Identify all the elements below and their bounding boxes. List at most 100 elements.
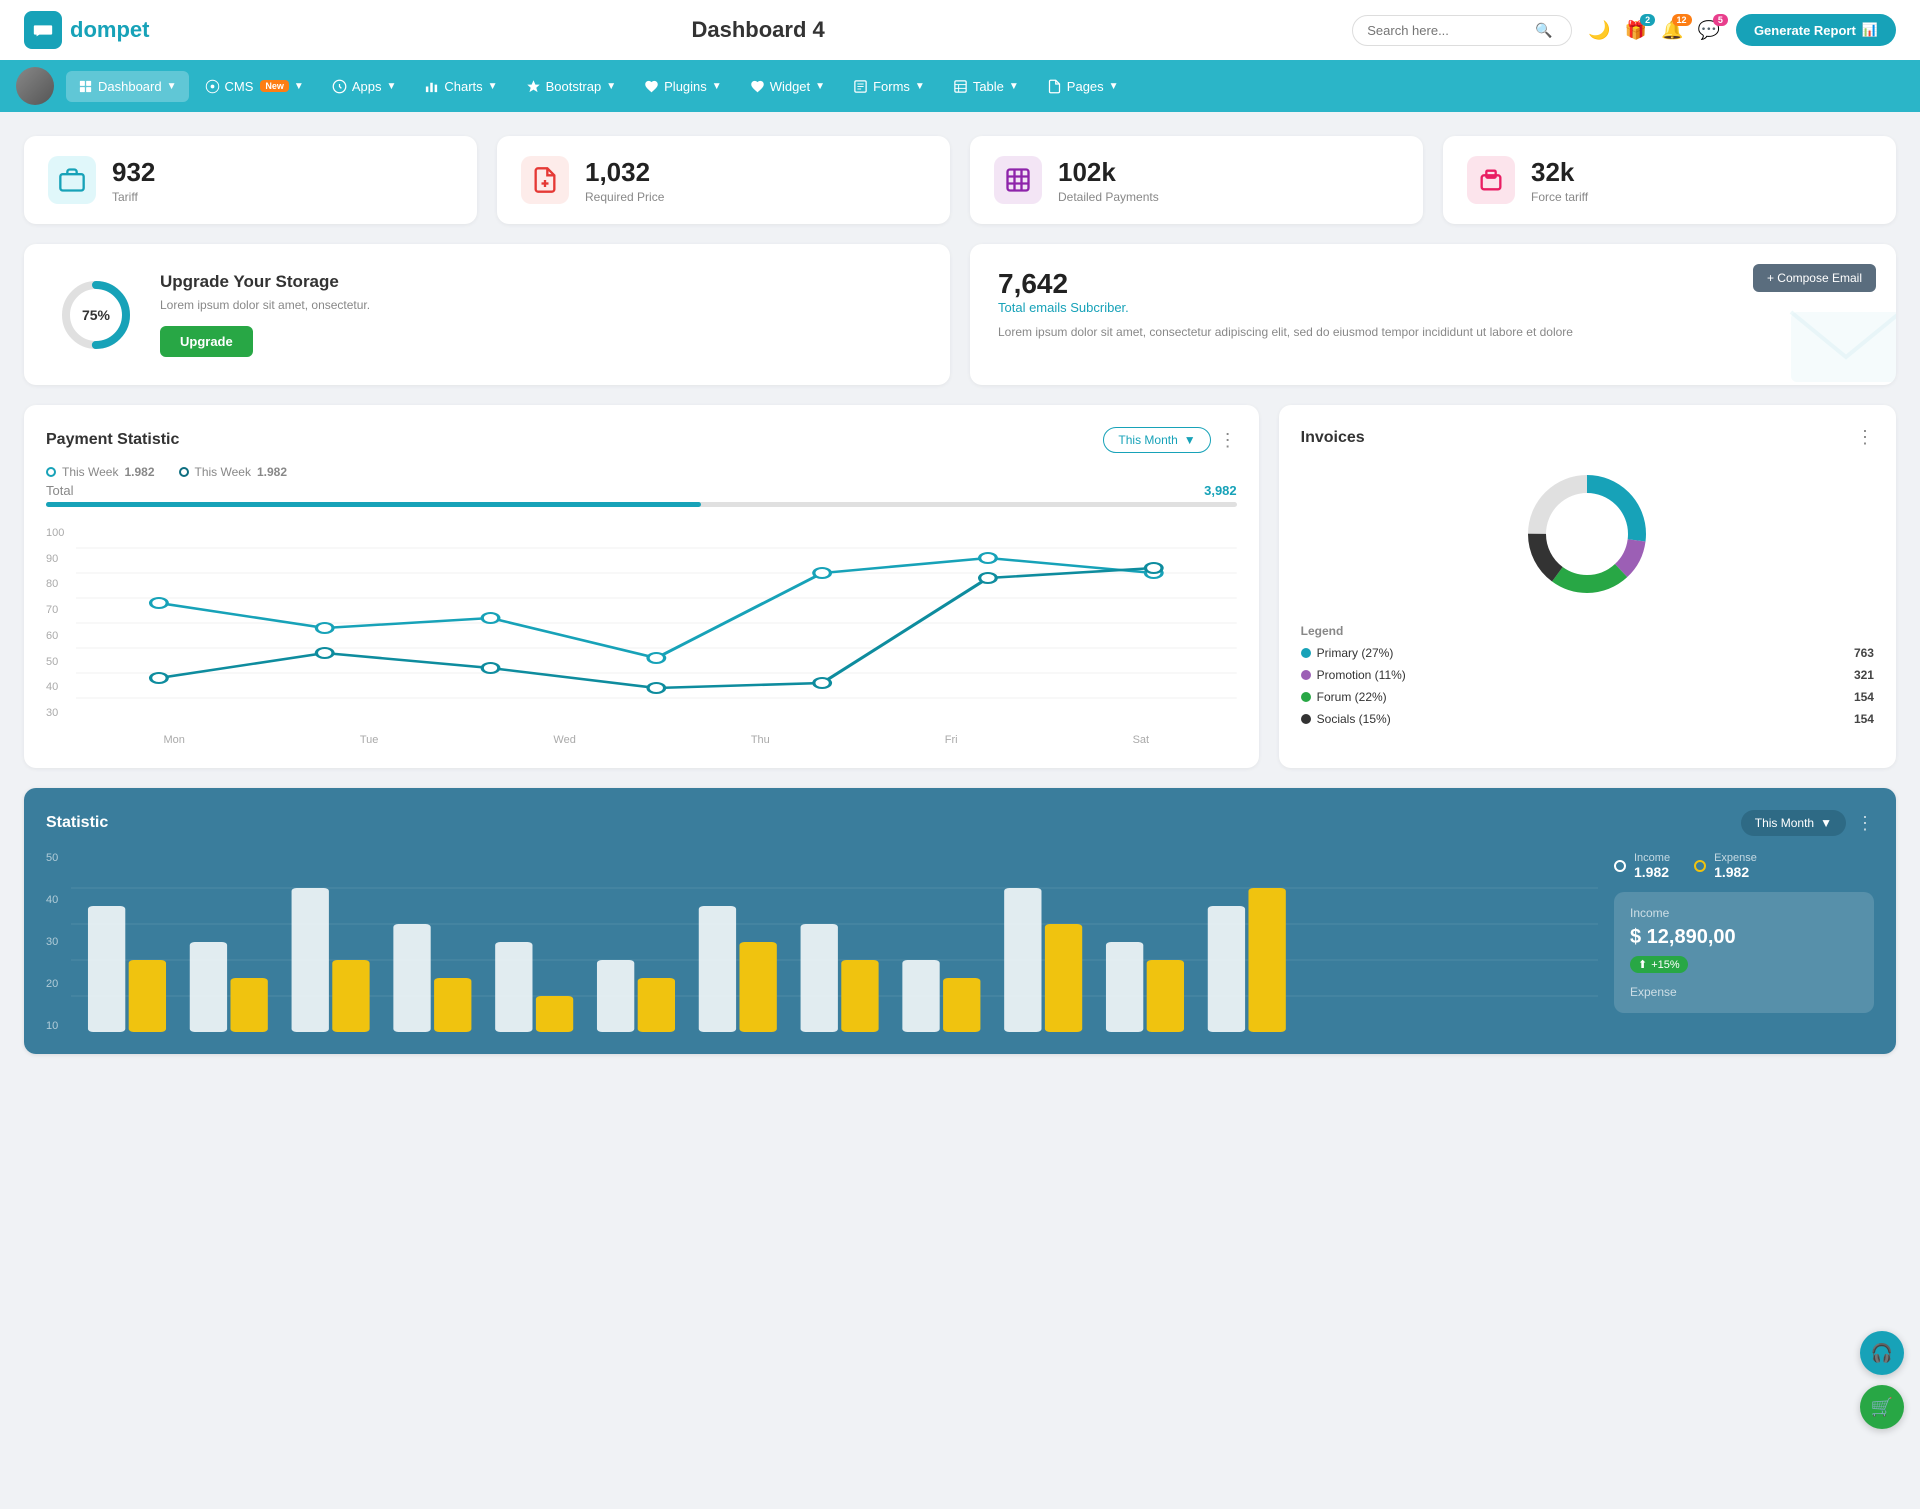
sidebar-item-pages[interactable]: Pages ▼ [1035, 71, 1131, 102]
new-badge: New [260, 80, 289, 92]
primary-color [1301, 648, 1311, 658]
payment-header: Payment Statistic This Month ▼ ⋮ [46, 427, 1237, 453]
promotion-count: 321 [1854, 668, 1874, 682]
statistic-header: Statistic This Month ▼ ⋮ [46, 810, 1874, 836]
force-tariff-icon [1467, 156, 1515, 204]
stat-card-tariff: 932 Tariff [24, 136, 477, 224]
detailed-payments-info: 102k Detailed Payments [1058, 157, 1159, 204]
sidebar-item-charts[interactable]: Charts ▼ [412, 71, 509, 102]
socials-label: Socials (15%) [1317, 712, 1391, 726]
sidebar-item-dashboard[interactable]: Dashboard ▼ [66, 71, 189, 102]
income-info: Income 1.982 [1634, 852, 1670, 880]
sidebar-item-widget[interactable]: Widget ▼ [738, 71, 837, 102]
storage-info: Upgrade Your Storage Lorem ipsum dolor s… [160, 272, 370, 357]
nav-widget-arrow: ▼ [815, 81, 825, 92]
support-float-button[interactable]: 🎧 [1860, 1331, 1904, 1375]
nav-plugins-arrow: ▼ [712, 81, 722, 92]
sidebar-item-cms[interactable]: CMS New ▼ [193, 71, 316, 102]
total-label: Total [46, 483, 73, 498]
required-price-label: Required Price [585, 190, 664, 204]
logo-icon [24, 11, 62, 49]
search-input[interactable] [1367, 23, 1527, 38]
legend-item-1: This Week 1.982 [46, 465, 155, 479]
nav-dashboard-label: Dashboard [98, 79, 162, 94]
sidebar-item-plugins[interactable]: Plugins ▼ [632, 71, 734, 102]
legend-label-2: This Week [195, 465, 251, 479]
sidebar-item-apps[interactable]: Apps ▼ [320, 71, 409, 102]
header: dompet Dashboard 4 🔍 🌙 🎁2 🔔12 💬5 Generat… [0, 0, 1920, 60]
storage-card: 75% Upgrade Your Storage Lorem ipsum dol… [24, 244, 950, 385]
promotion-color [1301, 670, 1311, 680]
nav-table-label: Table [973, 79, 1004, 94]
expense-value: 1.982 [1714, 864, 1757, 880]
payment-more-button[interactable]: ⋮ [1219, 430, 1237, 451]
expense-dot [1694, 860, 1706, 872]
nav-forms-arrow: ▼ [915, 81, 925, 92]
payment-filter-button[interactable]: This Month ▼ [1103, 427, 1210, 453]
tariff-label: Tariff [112, 190, 155, 204]
statistic-filter-label: This Month [1755, 816, 1814, 830]
generate-report-button[interactable]: Generate Report 📊 [1736, 14, 1896, 46]
search-icon: 🔍 [1535, 22, 1552, 39]
compose-email-button[interactable]: + Compose Email [1753, 264, 1876, 292]
main-content: 932 Tariff 1,032 Required Price 102k Det… [0, 112, 1920, 1078]
logo: dompet [24, 11, 164, 49]
sidebar-item-table[interactable]: Table ▼ [941, 71, 1031, 102]
income-box-label: Income [1630, 906, 1858, 920]
storage-title: Upgrade Your Storage [160, 272, 370, 292]
payment-legend: This Week 1.982 This Week 1.982 [46, 465, 1237, 479]
cart-float-button[interactable]: 🛒 [1860, 1385, 1904, 1429]
upgrade-button[interactable]: Upgrade [160, 326, 253, 357]
forum-count: 154 [1854, 690, 1874, 704]
bell-badge: 12 [1672, 14, 1692, 26]
search-box[interactable]: 🔍 [1352, 15, 1572, 46]
statistic-more-button[interactable]: ⋮ [1856, 813, 1874, 834]
header-icons: 🌙 🎁2 🔔12 💬5 [1588, 20, 1720, 41]
expense-label: Expense [1714, 852, 1757, 864]
invoices-more-button[interactable]: ⋮ [1856, 427, 1874, 448]
legend-dot-1 [46, 467, 56, 477]
email-count: 7,642 [998, 268, 1868, 300]
force-tariff-value: 32k [1531, 157, 1588, 188]
primary-count: 763 [1854, 646, 1874, 660]
gift-icon-btn[interactable]: 🎁2 [1625, 20, 1647, 41]
legend-label-1: This Week [62, 465, 118, 479]
legend-dot-2 [179, 467, 189, 477]
payment-progress-fill [46, 502, 701, 507]
legend-primary: Primary (27%) 763 [1301, 646, 1874, 660]
theme-toggle-icon[interactable]: 🌙 [1588, 20, 1610, 41]
charts-row: Payment Statistic This Month ▼ ⋮ This We… [24, 405, 1896, 768]
payment-progress-bar [46, 502, 1237, 507]
invoices-title: Invoices [1301, 429, 1365, 447]
sidebar-item-forms[interactable]: Forms ▼ [841, 71, 937, 102]
nav-bootstrap-label: Bootstrap [546, 79, 602, 94]
detailed-payments-icon [994, 156, 1042, 204]
required-price-value: 1,032 [585, 157, 664, 188]
nav-charts-arrow: ▼ [488, 81, 498, 92]
forum-color [1301, 692, 1311, 702]
bar-chart: 10 20 30 40 50 [46, 852, 1598, 1032]
tariff-info: 932 Tariff [112, 157, 155, 204]
chat-icon-btn[interactable]: 💬5 [1698, 20, 1720, 41]
payment-total-row: Total 3,982 [46, 483, 1237, 498]
expense-info: Expense 1.982 [1714, 852, 1757, 880]
generate-report-label: Generate Report [1754, 23, 1856, 38]
expense-box-label: Expense [1630, 985, 1858, 999]
bell-icon-btn[interactable]: 🔔12 [1661, 20, 1683, 41]
legend-forum: Forum (22%) 154 [1301, 690, 1874, 704]
cart-icon: 🛒 [1871, 1397, 1893, 1418]
income-expense-row: Income 1.982 Expense 1.982 [1614, 852, 1874, 880]
logo-text: dompet [70, 17, 149, 43]
statistic-filter-button[interactable]: This Month ▼ [1741, 810, 1846, 836]
force-tariff-info: 32k Force tariff [1531, 157, 1588, 204]
income-label: Income [1634, 852, 1670, 864]
stat-card-required-price: 1,032 Required Price [497, 136, 950, 224]
tariff-icon [48, 156, 96, 204]
email-card: + Compose Email 7,642 Total emails Subcr… [970, 244, 1896, 385]
sidebar-item-bootstrap[interactable]: Bootstrap ▼ [514, 71, 629, 102]
legend-value-1: 1.982 [124, 465, 154, 479]
nav-apps-label: Apps [352, 79, 382, 94]
middle-row: 75% Upgrade Your Storage Lorem ipsum dol… [24, 244, 1896, 385]
nav-pages-label: Pages [1067, 79, 1104, 94]
payment-filter-label: This Month [1118, 433, 1177, 447]
